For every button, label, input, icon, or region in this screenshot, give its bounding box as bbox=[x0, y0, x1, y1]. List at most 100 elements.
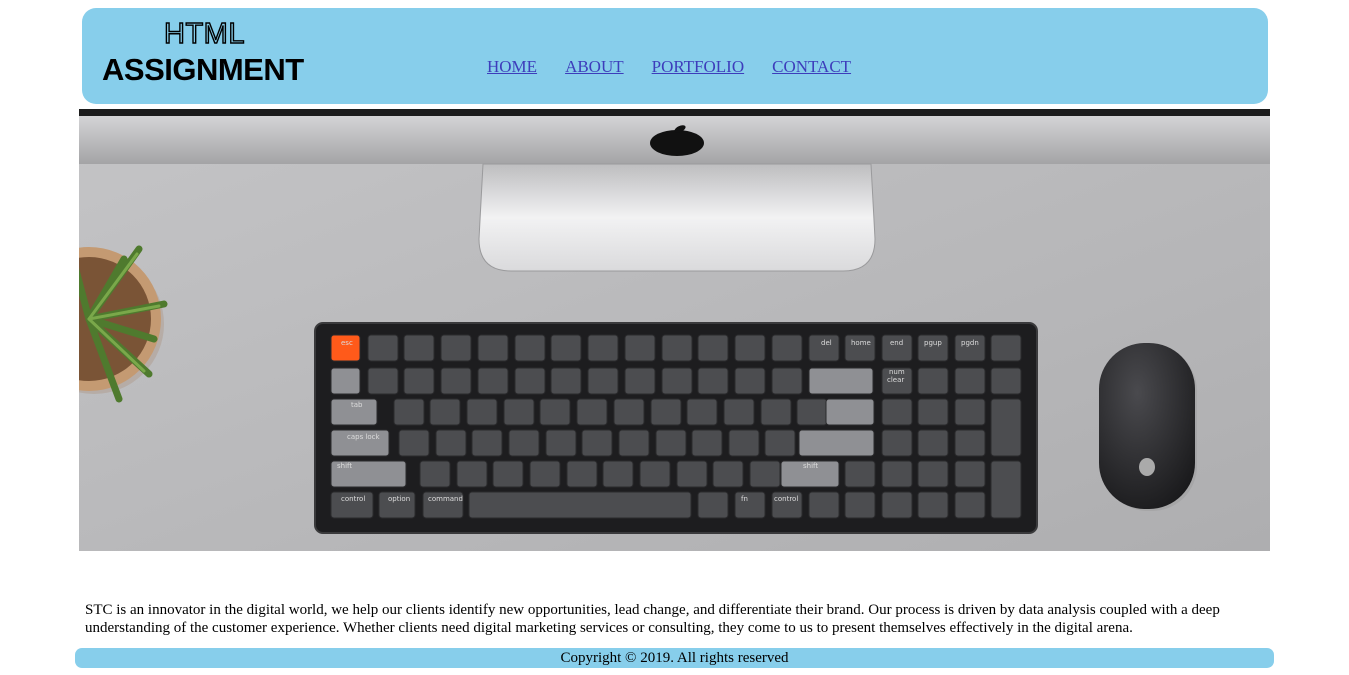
desk-illustration: esc del home end pgup pgdn num clear tab… bbox=[79, 109, 1270, 551]
caps-key-label: caps lock bbox=[347, 433, 381, 441]
nav-portfolio-link[interactable]: PORTFOLIO bbox=[652, 57, 745, 77]
keycap bbox=[576, 398, 608, 426]
keycap bbox=[808, 367, 874, 395]
keycap bbox=[419, 460, 451, 488]
keycap bbox=[550, 334, 582, 362]
keycap bbox=[990, 460, 1022, 519]
pgdn-key-label: pgdn bbox=[961, 339, 979, 347]
keycap bbox=[330, 367, 361, 395]
keycap bbox=[954, 398, 986, 426]
keycap bbox=[661, 334, 693, 362]
nav-home-link[interactable]: HOME bbox=[487, 57, 537, 77]
keycap bbox=[456, 460, 488, 488]
keycap bbox=[440, 367, 472, 395]
keycap bbox=[477, 334, 509, 362]
keycap bbox=[954, 460, 986, 488]
keycap bbox=[808, 491, 840, 519]
keycap bbox=[468, 491, 692, 519]
keycap bbox=[466, 398, 498, 426]
keycap bbox=[435, 429, 467, 457]
keycap bbox=[529, 460, 561, 488]
nav-about-link[interactable]: ABOUT bbox=[565, 57, 624, 77]
logo-line-2: ASSIGNMENT bbox=[102, 52, 304, 87]
keycap bbox=[728, 429, 760, 457]
keycap bbox=[367, 334, 399, 362]
keycap bbox=[825, 398, 875, 426]
keycap bbox=[403, 334, 435, 362]
home-key-label: home bbox=[851, 339, 871, 347]
left-shift-label: shift bbox=[337, 462, 352, 470]
fn-key-label: fn bbox=[741, 495, 748, 503]
keycap bbox=[954, 429, 986, 457]
keycap bbox=[881, 398, 913, 426]
keycap bbox=[734, 334, 766, 362]
keycap bbox=[587, 367, 619, 395]
nav-contact-link[interactable]: CONTACT bbox=[772, 57, 851, 77]
keycap bbox=[471, 429, 503, 457]
end-key-label: end bbox=[890, 339, 903, 347]
keycap bbox=[917, 398, 949, 426]
keycap bbox=[539, 398, 571, 426]
keycap bbox=[566, 460, 598, 488]
keycap bbox=[587, 334, 619, 362]
keyboard-icon bbox=[314, 322, 1038, 534]
right-shift-label: shift bbox=[803, 462, 818, 470]
keycap bbox=[492, 460, 524, 488]
keycap bbox=[771, 367, 803, 395]
logo-line-1: HTML bbox=[163, 18, 245, 50]
keycap bbox=[844, 491, 876, 519]
keycap bbox=[954, 367, 986, 395]
keycap bbox=[602, 460, 634, 488]
num-key-label: num bbox=[889, 368, 905, 376]
keycap bbox=[503, 398, 535, 426]
keycap bbox=[514, 367, 546, 395]
site-header: HTML ASSIGNMENT HOME ABOUT PORTFOLIO CON… bbox=[82, 8, 1268, 104]
command-key-label: command bbox=[428, 495, 463, 503]
keycap bbox=[771, 334, 803, 362]
keycap bbox=[796, 398, 828, 426]
keycap bbox=[440, 334, 472, 362]
keycap bbox=[398, 429, 430, 457]
keycap bbox=[697, 491, 729, 519]
keycap bbox=[734, 491, 766, 519]
main-nav: HOME ABOUT PORTFOLIO CONTACT bbox=[487, 57, 851, 77]
keycap bbox=[650, 398, 682, 426]
left-control-label: control bbox=[341, 495, 365, 503]
keycap bbox=[723, 398, 755, 426]
esc-key-label: esc bbox=[341, 339, 353, 347]
keycap bbox=[990, 334, 1022, 362]
hero-image: esc del home end pgup pgdn num clear tab… bbox=[79, 109, 1270, 551]
keycap bbox=[691, 429, 723, 457]
keycap bbox=[581, 429, 613, 457]
keycap bbox=[917, 491, 949, 519]
keycap bbox=[639, 460, 671, 488]
keycap bbox=[686, 398, 718, 426]
keycap bbox=[954, 491, 986, 519]
clear-key-label: clear bbox=[887, 376, 904, 384]
keycap bbox=[844, 460, 876, 488]
del-key-label: del bbox=[821, 339, 832, 347]
keycap bbox=[881, 491, 913, 519]
keycap bbox=[477, 367, 509, 395]
keycap bbox=[545, 429, 577, 457]
keycap bbox=[655, 429, 687, 457]
keycap bbox=[798, 429, 875, 457]
keycap bbox=[624, 367, 656, 395]
keycap bbox=[367, 367, 399, 395]
right-control-label: control bbox=[774, 495, 798, 503]
keycap bbox=[618, 429, 650, 457]
keycap bbox=[764, 429, 796, 457]
site-footer: Copyright © 2019. All rights reserved bbox=[75, 648, 1274, 668]
pgup-key-label: pgup bbox=[924, 339, 942, 347]
keycap bbox=[990, 398, 1022, 457]
keycap bbox=[990, 367, 1022, 395]
keycap bbox=[403, 367, 435, 395]
tab-key-label: tab bbox=[351, 401, 363, 409]
keycap bbox=[514, 334, 546, 362]
keycap bbox=[917, 367, 949, 395]
option-key-label: option bbox=[388, 495, 410, 503]
keycap bbox=[917, 460, 949, 488]
site-logo[interactable]: HTML ASSIGNMENT bbox=[100, 18, 330, 100]
keycap bbox=[697, 367, 729, 395]
keycap bbox=[550, 367, 582, 395]
